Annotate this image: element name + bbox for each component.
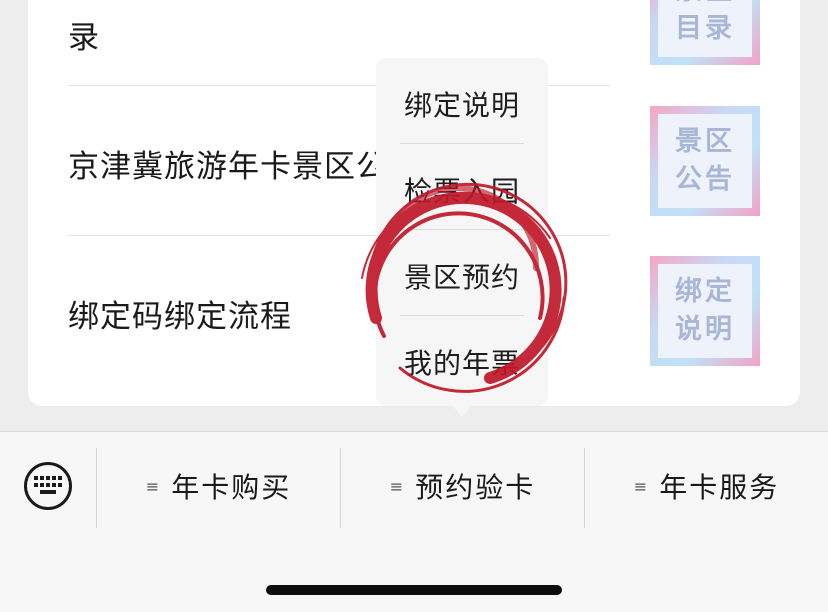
bottom-menu-bar: ≡ 年卡购买 ≡ 预约验卡 ≡ 年卡服务 xyxy=(0,431,828,612)
submenu-divider xyxy=(400,143,524,144)
submenu-item-binding-guide[interactable]: 绑定说明 xyxy=(376,84,548,124)
submenu-divider xyxy=(400,229,524,230)
menu-button-reserve-verify[interactable]: ≡ 预约验卡 xyxy=(341,454,584,518)
menu-button-pass-service[interactable]: ≡ 年卡服务 xyxy=(585,454,828,518)
popup-arrow xyxy=(452,405,472,417)
hamburger-icon: ≡ xyxy=(633,476,648,496)
menu-button-label: 年卡购买 xyxy=(171,471,292,504)
thumbnail-label: 绑定 说明 xyxy=(658,264,752,358)
list-item-title[interactable]: 绑定码绑定流程 xyxy=(68,291,292,336)
thumbnail-label: 景区 目录 xyxy=(658,0,752,57)
hamburger-icon: ≡ xyxy=(145,476,160,496)
hamburger-icon: ≡ xyxy=(389,476,404,496)
list-item-thumbnail[interactable]: 绑定 说明 xyxy=(650,256,760,366)
list-item-thumbnail[interactable]: 景区 目录 xyxy=(650,0,760,65)
list-item-title[interactable]: 录 xyxy=(68,12,100,57)
submenu-item-ticket-check[interactable]: 检票入园 xyxy=(376,170,548,210)
submenu-popup: 绑定说明 检票入园 景区预约 我的年票 xyxy=(376,58,548,406)
menu-button-buy-pass[interactable]: ≡ 年卡购买 xyxy=(97,454,340,518)
menu-button-label: 预约验卡 xyxy=(415,471,536,504)
list-item-title[interactable]: 京津冀旅游年卡景区公 xyxy=(68,141,388,186)
keyboard-icon[interactable] xyxy=(24,462,72,510)
menu-button-label: 年卡服务 xyxy=(659,471,780,504)
list-item-thumbnail[interactable]: 景区 公告 xyxy=(650,106,760,216)
submenu-item-reservation[interactable]: 景区预约 xyxy=(376,256,548,296)
submenu-item-my-pass[interactable]: 我的年票 xyxy=(376,342,548,382)
submenu-divider xyxy=(400,315,524,316)
thumbnail-label: 景区 公告 xyxy=(658,114,752,208)
home-indicator[interactable] xyxy=(266,585,562,595)
